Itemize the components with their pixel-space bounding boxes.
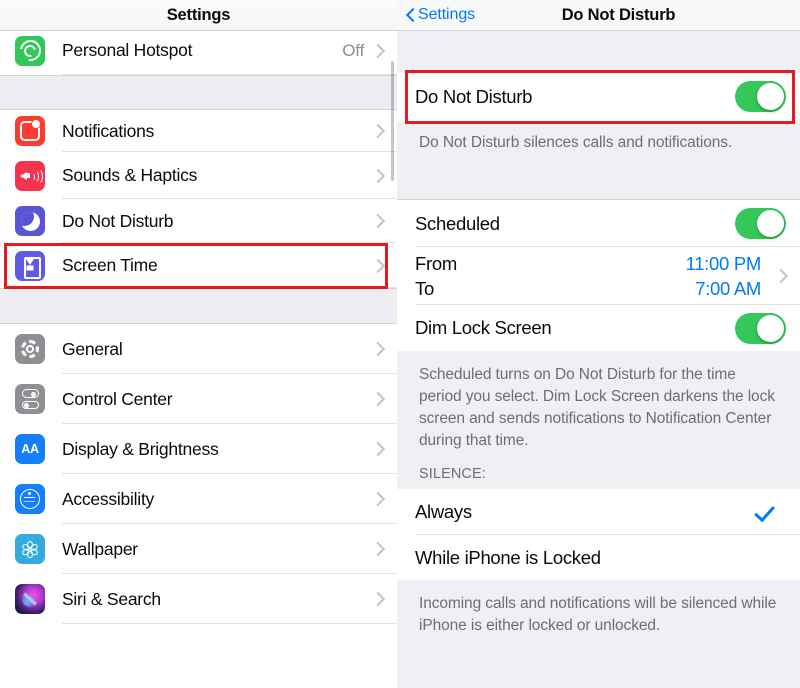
sidebar-item-wallpaper[interactable]: Wallpaper [0, 524, 397, 574]
dim-lock-screen-toggle[interactable] [735, 312, 786, 344]
dim-lock-screen-label: Dim Lock Screen [415, 317, 552, 338]
chevron-right-icon [372, 125, 384, 137]
sidebar-item-control-center[interactable]: Control Center [0, 374, 397, 424]
chevron-right-icon [372, 343, 384, 355]
sidebar-item-value: Off [342, 40, 364, 60]
settings-list-panel: Settings Cellular Personal Hotspot Off [0, 0, 397, 688]
settings-scroll-area[interactable]: Cellular Personal Hotspot Off Notificati… [0, 31, 397, 688]
do-not-disturb-footnote: Do Not Disturb silences calls and notifi… [397, 121, 800, 159]
notifications-icon [15, 116, 45, 146]
gear-icon [15, 334, 45, 364]
chevron-right-icon [372, 593, 384, 605]
chevron-right-icon [372, 493, 384, 505]
do-not-disturb-toggle[interactable] [735, 81, 786, 112]
section-spacer [397, 159, 800, 200]
sidebar-item-label: Accessibility [62, 488, 155, 509]
toggle-knob [757, 83, 784, 110]
checkmark-icon [756, 501, 778, 523]
sidebar-item-label: Sounds & Haptics [62, 165, 198, 185]
sidebar-item-label: Notifications [62, 120, 155, 141]
silence-option-always[interactable]: Always [397, 489, 800, 535]
control-center-icon [15, 384, 45, 414]
sidebar-item-notifications[interactable]: Notifications [0, 110, 397, 152]
do-not-disturb-panel: Settings Do Not Disturb Do Not Disturb D… [397, 0, 800, 688]
to-label: To [415, 277, 434, 299]
display-brightness-icon: AA [15, 434, 45, 464]
accessibility-icon [15, 484, 45, 514]
silence-option-label: Always [415, 501, 472, 522]
from-value[interactable]: 11:00 PM [686, 253, 762, 275]
bottom-spacer [397, 640, 800, 688]
do-not-disturb-icon [15, 206, 45, 236]
do-not-disturb-row[interactable]: Do Not Disturb [397, 72, 800, 121]
schedule-footnote: Scheduled turns on Do Not Disturb for th… [397, 351, 800, 450]
chevron-right-icon [372, 393, 384, 405]
from-row: From 11:00 PM [415, 253, 775, 275]
personal-hotspot-icon [15, 35, 45, 66]
to-row: To 7:00 AM [415, 278, 775, 300]
sidebar-item-accessibility[interactable]: Accessibility [0, 474, 397, 524]
settings-navbar: Settings [0, 0, 397, 31]
chevron-right-icon [372, 170, 384, 182]
sidebar-item-display-brightness[interactable]: AA Display & Brightness [0, 424, 397, 474]
screen-time-icon [15, 250, 45, 281]
page-title: Do Not Disturb [561, 5, 676, 24]
scheduled-toggle[interactable] [735, 208, 786, 239]
sidebar-item-siri-search[interactable]: Siri & Search [0, 574, 397, 624]
do-not-disturb-label: Do Not Disturb [415, 85, 533, 107]
scheduled-label: Scheduled [415, 212, 500, 234]
dim-lock-screen-row[interactable]: Dim Lock Screen [397, 305, 800, 351]
silence-footnote: Incoming calls and notifications will be… [397, 580, 800, 640]
group-separator [0, 75, 397, 110]
dnd-scroll-area[interactable]: Do Not Disturb Do Not Disturb silences c… [397, 31, 800, 688]
to-value[interactable]: 7:00 AM [695, 278, 761, 300]
page-title: Settings [166, 5, 231, 24]
toggle-knob [757, 210, 784, 237]
silence-section-header: SILENCE: [397, 450, 800, 489]
sidebar-item-label: General [62, 338, 123, 359]
chevron-right-icon [372, 45, 384, 57]
sidebar-item-screen-time[interactable]: Screen Time [0, 243, 397, 288]
schedule-time-row[interactable]: From 11:00 PM To 7:00 AM [397, 247, 800, 305]
sidebar-item-label: Screen Time [62, 255, 158, 275]
dnd-navbar: Settings Do Not Disturb [397, 0, 800, 31]
sidebar-item-sounds-haptics[interactable]: Sounds & Haptics [0, 152, 397, 199]
dual-screenshot-container: Settings Cellular Personal Hotspot Off [0, 0, 800, 688]
sidebar-item-label: Siri & Search [62, 588, 161, 609]
sidebar-item-label: Control Center [62, 388, 173, 409]
from-label: From [415, 252, 457, 274]
group-separator [0, 288, 397, 324]
silence-option-label: While iPhone is Locked [415, 546, 601, 568]
silence-option-while-locked[interactable]: While iPhone is Locked [397, 535, 800, 580]
vertical-scrollbar[interactable] [391, 61, 394, 181]
sidebar-item-label: Wallpaper [62, 538, 138, 559]
sidebar-item-do-not-disturb[interactable]: Do Not Disturb [0, 199, 397, 243]
chevron-right-icon [372, 443, 384, 455]
chevron-right-icon [372, 215, 384, 227]
sounds-haptics-icon [15, 160, 45, 191]
chevron-right-icon [372, 260, 384, 272]
top-spacer [397, 31, 800, 72]
wallpaper-icon [15, 534, 45, 564]
sidebar-item-label: Personal Hotspot [62, 40, 193, 60]
toggle-knob [757, 314, 784, 342]
sidebar-item-label: Do Not Disturb [62, 210, 174, 231]
siri-search-icon [15, 584, 45, 614]
chevron-right-icon [775, 270, 787, 282]
scheduled-row[interactable]: Scheduled [397, 200, 800, 247]
sidebar-item-general[interactable]: General [0, 324, 397, 374]
chevron-right-icon [372, 543, 384, 555]
sidebar-item-label: Display & Brightness [62, 438, 219, 459]
sidebar-item-personal-hotspot[interactable]: Personal Hotspot Off [0, 31, 397, 75]
